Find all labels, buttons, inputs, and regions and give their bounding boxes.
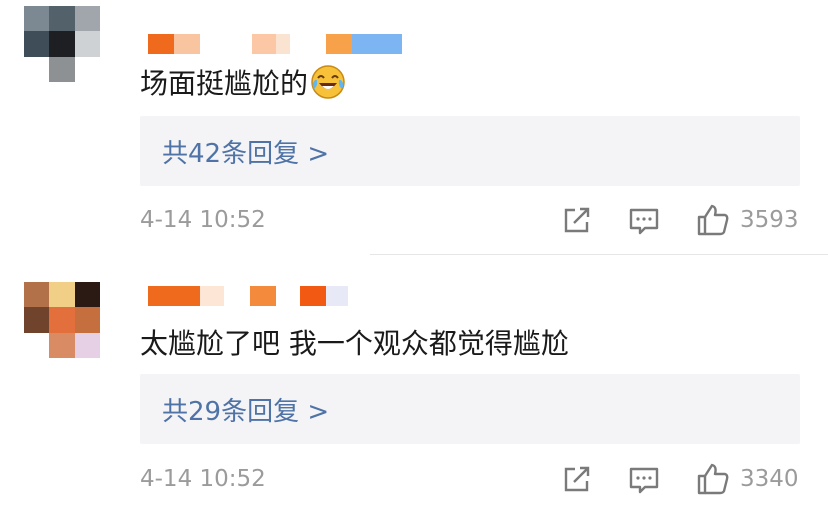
comment-text: 场面挺尴尬的 [140,67,309,100]
username-mosaic-tile [148,34,174,54]
username-mosaic-tile [250,286,276,306]
avatar[interactable] [24,6,100,82]
avatar-mosaic-tile [24,56,50,82]
avatar-mosaic-tile [74,31,100,57]
thumbs-up-icon[interactable] [696,203,730,237]
share-icon[interactable] [561,463,593,495]
avatar-mosaic-tile [49,6,75,32]
avatar-mosaic-tile [24,6,50,32]
view-replies-button[interactable]: 共42条回复 > [140,116,800,186]
username-mosaic-tile [326,286,348,306]
like-count: 3340 [740,466,799,492]
avatar-mosaic-tile [49,282,75,308]
avatar-mosaic-tile [49,56,75,82]
view-replies-button[interactable]: 共29条回复 > [140,374,800,444]
username-mosaic-tile [300,286,326,306]
comment-text-row: 太尴尬了吧 我一个观众都觉得尴尬 [140,320,569,364]
avatar-mosaic-tile [49,307,75,333]
username-mosaic-tile [174,34,200,54]
thumbs-up-icon[interactable] [696,462,730,496]
reply-count-label: 共29条回复 > [162,396,330,427]
comment-icon[interactable] [628,464,660,496]
avatar-mosaic-tile [74,56,100,82]
comment-text-row: 场面挺尴尬的 [140,60,346,104]
avatar-mosaic-tile [74,332,100,358]
username-mosaic-tile [200,286,224,306]
comment-icon[interactable] [628,205,660,237]
tears-of-joy-emoji-icon [311,65,345,99]
share-icon[interactable] [561,204,593,236]
avatar-mosaic-tile [74,282,100,308]
username-blurred[interactable] [148,286,408,306]
reply-count-label: 共42条回复 > [162,138,330,169]
avatar-mosaic-tile [49,31,75,57]
avatar-mosaic-tile [74,6,100,32]
timestamp: 4-14 10:52 [140,466,266,492]
avatar-mosaic-tile [49,332,75,358]
username-mosaic-tile [326,34,352,54]
username-mosaic-tile [276,34,290,54]
avatar-mosaic-tile [24,31,50,57]
comment-text: 太尴尬了吧 我一个观众都觉得尴尬 [140,327,569,360]
avatar-mosaic-tile [24,307,50,333]
username-mosaic-tile [148,286,200,306]
avatar-mosaic-tile [24,332,50,358]
like-count: 3593 [740,207,799,233]
avatar-mosaic-tile [74,307,100,333]
username-mosaic-tile [352,34,402,54]
comment-divider [370,254,828,255]
username-mosaic-tile [252,34,276,54]
timestamp: 4-14 10:52 [140,207,266,233]
avatar[interactable] [24,282,100,358]
username-blurred[interactable] [148,34,408,54]
avatar-mosaic-tile [24,282,50,308]
